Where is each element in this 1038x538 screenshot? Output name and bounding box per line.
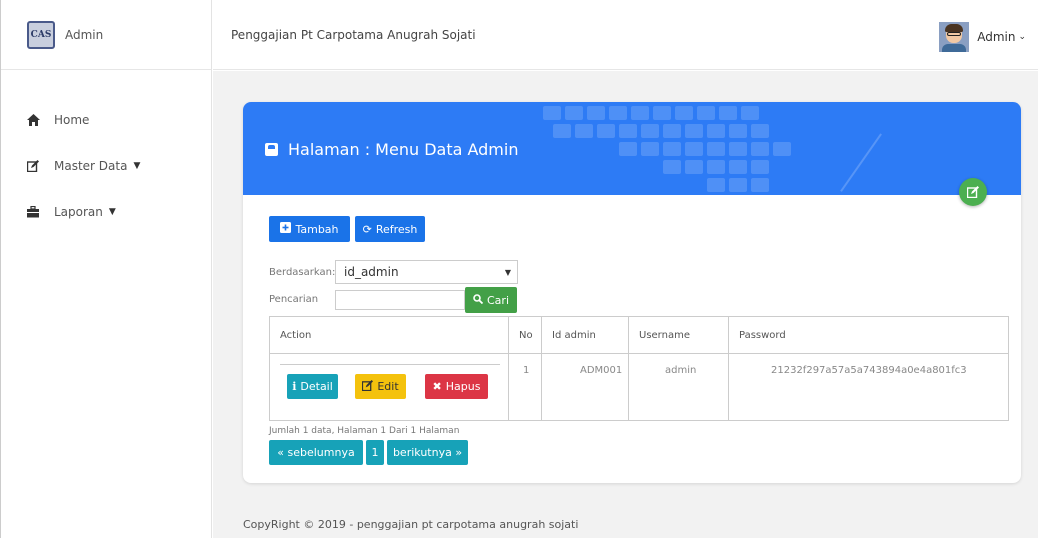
caret-down-icon: ▼ bbox=[504, 267, 511, 277]
plus-square-icon bbox=[280, 222, 292, 236]
column-header: Action bbox=[269, 316, 509, 354]
user-menu[interactable]: Admin ⌄ bbox=[939, 22, 1026, 52]
sidebar-item-label: Home bbox=[54, 112, 90, 127]
brand-logo: CAS bbox=[27, 20, 55, 49]
action-cell: i Detail Edit ✖ Hapus bbox=[269, 353, 509, 421]
sidebar-item-label: Master Data bbox=[54, 158, 128, 173]
topbar: Penggajian Pt Carpotama Anugrah Sojati A… bbox=[213, 0, 1038, 70]
refresh-icon: ⟳ bbox=[362, 222, 372, 236]
cell-id-admin: ADM001 bbox=[541, 353, 629, 421]
cari-button[interactable]: Cari bbox=[465, 287, 517, 313]
footer: CopyRight © 2019 - penggajian pt carpota… bbox=[243, 518, 579, 531]
sidebar-item-home[interactable]: Home bbox=[1, 108, 211, 131]
refresh-button[interactable]: ⟳ Refresh bbox=[355, 216, 425, 242]
filter-by-label: Berdasarkan: bbox=[269, 267, 336, 278]
table-row: i Detail Edit ✖ Hapus 1 ADM001 admin 212… bbox=[269, 353, 1009, 421]
cell-no: 1 bbox=[508, 353, 542, 421]
page-title: Penggajian Pt Carpotama Anugrah Sojati bbox=[231, 27, 476, 42]
close-icon: ✖ bbox=[432, 380, 442, 393]
info-icon: i bbox=[292, 380, 297, 393]
detail-button[interactable]: i Detail bbox=[287, 374, 338, 399]
filter-by-select[interactable]: id_admin ▼ bbox=[335, 260, 518, 284]
edit-button[interactable]: Edit bbox=[355, 374, 406, 399]
tambah-label: Tambah bbox=[295, 222, 339, 236]
id-card-icon bbox=[265, 143, 278, 156]
admin-table: Action No Id admin Username Password i D… bbox=[269, 316, 1009, 421]
column-header: No bbox=[508, 316, 542, 354]
cell-username: admin bbox=[628, 353, 729, 421]
admin-card: Halaman : Menu Data Admin Tambah ⟳ Refre… bbox=[243, 102, 1021, 483]
refresh-label: Refresh bbox=[375, 222, 418, 236]
filter-by-value: id_admin bbox=[344, 265, 399, 279]
chevron-down-icon: ▼ bbox=[108, 206, 116, 217]
paging-info: Jumlah 1 data, Halaman 1 Dari 1 Halaman bbox=[269, 426, 460, 436]
sidebar-item-master-data[interactable]: Master Data ▼ bbox=[1, 154, 211, 177]
detail-label: Detail bbox=[300, 380, 333, 393]
column-header: Id admin bbox=[541, 316, 629, 354]
search-label: Pencarian bbox=[269, 294, 319, 305]
briefcase-icon bbox=[26, 205, 40, 218]
user-name: Admin bbox=[977, 30, 1016, 44]
chevron-down-icon: ⌄ bbox=[1018, 32, 1026, 42]
sidebar-nav: Home Master Data ▼ Laporan ▼ bbox=[1, 70, 211, 223]
brand-name: Admin bbox=[65, 27, 104, 42]
card-title: Halaman : Menu Data Admin bbox=[265, 140, 518, 159]
cari-label: Cari bbox=[487, 293, 509, 307]
sidebar-item-label: Laporan bbox=[54, 204, 103, 219]
pagination: « sebelumnya 1 berikutnya » bbox=[269, 440, 471, 465]
prev-page-button[interactable]: « sebelumnya bbox=[269, 440, 363, 465]
page-1-button[interactable]: 1 bbox=[366, 440, 384, 465]
sidebar-item-laporan[interactable]: Laporan ▼ bbox=[1, 200, 211, 223]
brand[interactable]: CAS Admin bbox=[1, 0, 211, 70]
edit-icon bbox=[967, 186, 979, 198]
avatar bbox=[939, 22, 970, 52]
keyboard-background bbox=[533, 102, 803, 195]
sidebar: CAS Admin Home Master Data ▼ Laporan ▼ bbox=[0, 0, 212, 538]
next-page-button[interactable]: berikutnya » bbox=[387, 440, 468, 465]
edit-label: Edit bbox=[377, 380, 399, 393]
card-header: Halaman : Menu Data Admin bbox=[243, 102, 1021, 195]
table-header-row: Action No Id admin Username Password bbox=[269, 316, 1009, 354]
column-header: Password bbox=[728, 316, 1009, 354]
search-icon bbox=[473, 293, 484, 307]
edit-fab-button[interactable] bbox=[959, 178, 987, 206]
main-content: Halaman : Menu Data Admin Tambah ⟳ Refre… bbox=[213, 71, 1038, 538]
hapus-label: Hapus bbox=[445, 380, 481, 393]
card-title-text: Halaman : Menu Data Admin bbox=[288, 140, 519, 159]
hapus-button[interactable]: ✖ Hapus bbox=[425, 374, 488, 399]
home-icon bbox=[26, 113, 40, 126]
column-header: Username bbox=[628, 316, 729, 354]
edit-icon bbox=[362, 379, 374, 394]
tambah-button[interactable]: Tambah bbox=[269, 216, 350, 242]
chevron-down-icon: ▼ bbox=[133, 160, 141, 171]
cell-password: 21232f297a57a5a743894a0e4a801fc3 bbox=[728, 353, 1009, 421]
search-input[interactable] bbox=[335, 290, 465, 310]
edit-icon bbox=[26, 159, 40, 172]
